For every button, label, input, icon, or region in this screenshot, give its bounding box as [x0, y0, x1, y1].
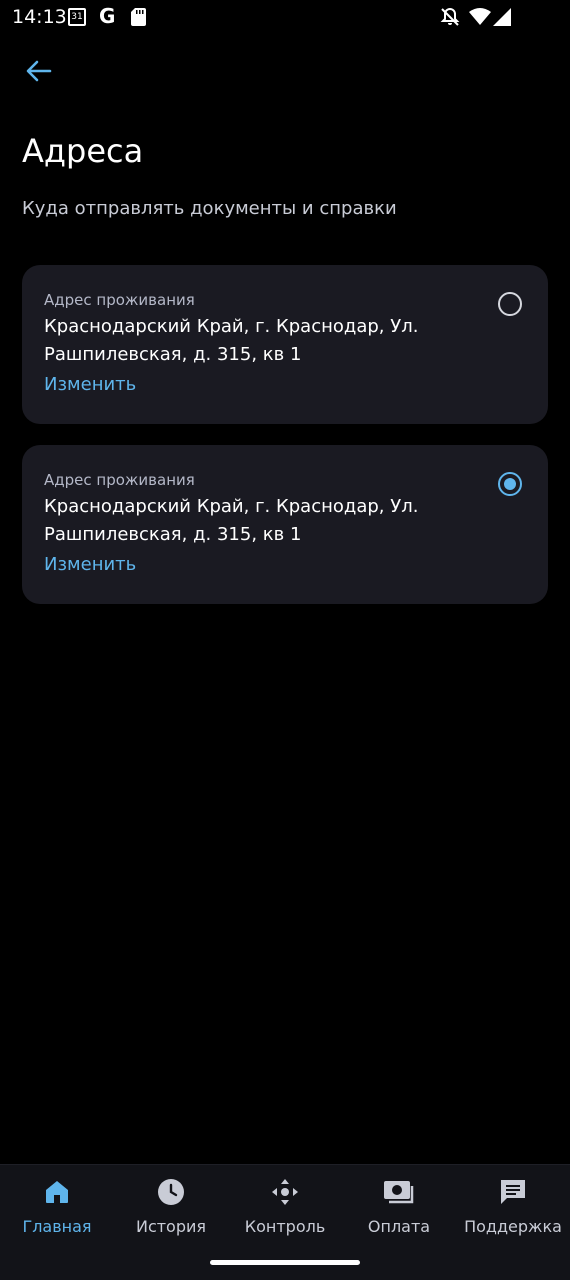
- chat-icon: [498, 1177, 528, 1207]
- home-icon: [42, 1177, 72, 1207]
- nav-item-payment[interactable]: Оплата: [342, 1165, 456, 1245]
- arrow-left-icon: [26, 60, 52, 82]
- payment-icon: [384, 1177, 414, 1207]
- nav-label: Главная: [22, 1217, 92, 1236]
- address-type-label: Адрес проживания: [44, 291, 195, 309]
- nav-item-support[interactable]: Поддержка: [456, 1165, 570, 1245]
- page-subtitle: Куда отправлять документы и справки: [22, 198, 397, 219]
- control-icon: [270, 1177, 300, 1207]
- edit-address-link[interactable]: Изменить: [44, 371, 136, 399]
- status-time: 14:13: [12, 6, 67, 28]
- google-icon: G: [99, 4, 116, 28]
- nav-label: История: [135, 1217, 207, 1236]
- nav-item-history[interactable]: История: [114, 1165, 228, 1245]
- bell-off-icon: [440, 7, 460, 27]
- sd-card-icon: [131, 8, 146, 26]
- calendar-icon: 31: [68, 8, 86, 26]
- address-radio-selected[interactable]: [498, 472, 522, 496]
- address-type-label: Адрес проживания: [44, 471, 195, 489]
- home-indicator: [210, 1260, 360, 1265]
- nav-label: Оплата: [367, 1217, 431, 1236]
- address-radio-unselected[interactable]: [498, 292, 522, 316]
- address-text: Краснодарский Край, г. Краснодар, Ул. Ра…: [44, 496, 419, 545]
- signal-icon: [493, 8, 511, 26]
- nav-label: Поддержка: [464, 1217, 562, 1236]
- wifi-icon: [469, 8, 491, 26]
- nav-label: Контроль: [244, 1217, 326, 1236]
- nav-item-home[interactable]: Главная: [0, 1165, 114, 1245]
- edit-address-link[interactable]: Изменить: [44, 551, 136, 579]
- status-bar: 14:13 31 G: [0, 0, 570, 36]
- address-card[interactable]: Адрес проживания Краснодарский Край, г. …: [22, 445, 548, 604]
- address-card[interactable]: Адрес проживания Краснодарский Край, г. …: [22, 265, 548, 424]
- clock-icon: [156, 1177, 186, 1207]
- nav-item-control[interactable]: Контроль: [228, 1165, 342, 1245]
- address-text: Краснодарский Край, г. Краснодар, Ул. Ра…: [44, 316, 419, 365]
- addresses-screen: 14:13 31 G Адреса Куда отправлять докуме…: [0, 0, 570, 1280]
- page-title: Адреса: [22, 132, 144, 170]
- back-button[interactable]: [22, 54, 56, 88]
